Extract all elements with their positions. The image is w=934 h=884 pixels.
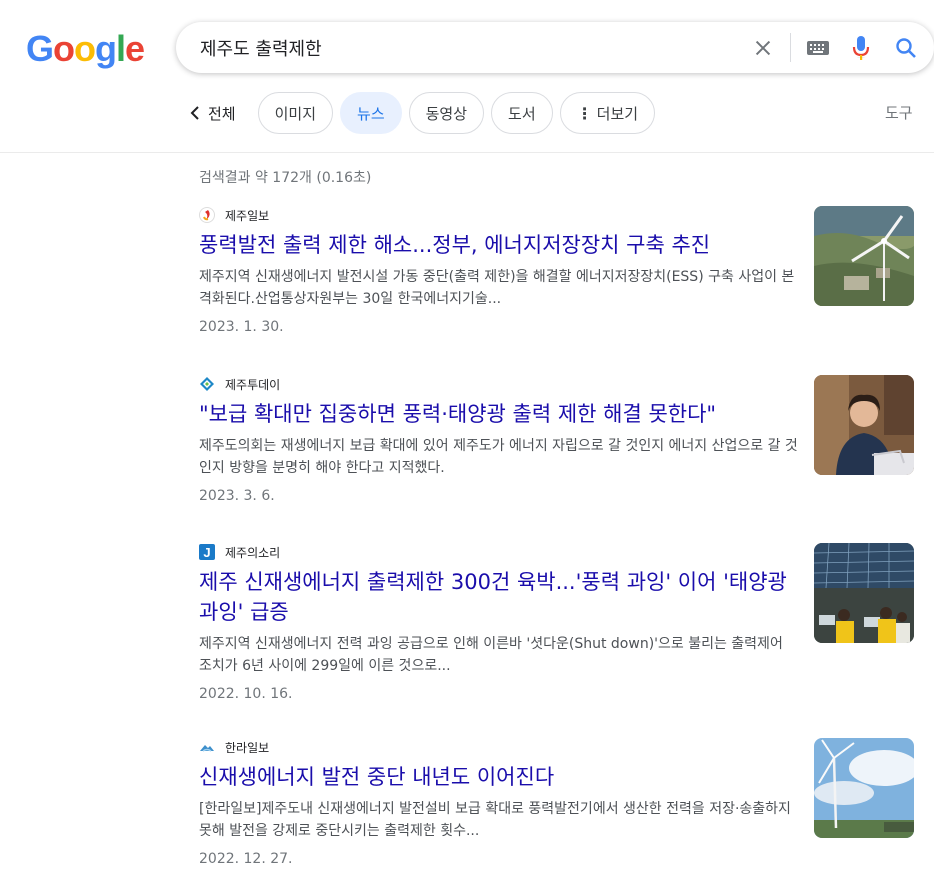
tools-button[interactable]: 도구 [885, 102, 913, 123]
result-source[interactable]: 제주투데이 [199, 375, 915, 393]
google-logo[interactable]: Google [26, 28, 145, 70]
result-stats: 검색결과 약 172개 (0.16초) [199, 170, 372, 186]
result-date: 2022. 12. 27. [199, 851, 293, 867]
result-thumbnail[interactable] [814, 738, 914, 838]
search-input[interactable]: 제주도 출력제한 [200, 35, 322, 61]
jejusori-favicon-icon: J [199, 544, 215, 560]
result-source[interactable]: J 제주의소리 [199, 543, 915, 561]
news-result: 한라일보 신재생에너지 발전 중단 내년도 이어진다 [한라일보]제주도내 신재… [199, 738, 915, 867]
logo-letter: e [125, 28, 145, 69]
search-icon[interactable] [894, 36, 918, 60]
tab-all[interactable]: 전체 [190, 92, 236, 134]
tab-label: 이미지 [274, 104, 317, 123]
mic-icon[interactable] [850, 34, 872, 62]
result-title[interactable]: 신재생에너지 발전 중단 내년도 이어진다 [199, 762, 799, 792]
logo-letter: G [26, 28, 54, 69]
news-result: 제주투데이 "보급 확대만 집중하면 풍력·태양광 출력 제한 해결 못한다" … [199, 375, 915, 504]
chevron-left-icon [190, 106, 199, 120]
result-snippet: [한라일보]제주도내 신재생에너지 발전설비 보급 확대로 풍력발전기에서 생산… [199, 801, 791, 839]
tab-label: 뉴스 [357, 104, 385, 123]
result-thumbnail[interactable] [814, 206, 914, 306]
result-date: 2023. 1. 30. [199, 319, 284, 335]
tab-images[interactable]: 이미지 [257, 92, 334, 134]
tab-label: 도서 [508, 104, 536, 123]
result-source[interactable]: 제주일보 [199, 206, 915, 224]
solar-control-room-image [814, 543, 914, 643]
result-title[interactable]: 풍력발전 출력 제한 해소...정부, 에너지저장장치 구축 추진 [199, 230, 799, 260]
more-vert-icon: ⋮ [576, 103, 593, 123]
news-result: J 제주의소리 제주 신재생에너지 출력제한 300건 육박...'풍력 과잉'… [199, 543, 915, 702]
tab-books[interactable]: 도서 [491, 92, 553, 134]
logo-letter: o [74, 28, 96, 69]
tab-all-label: 전체 [208, 104, 236, 123]
svg-text:J: J [203, 545, 210, 560]
search-box[interactable]: 제주도 출력제한 [176, 22, 934, 73]
council-member-photo-image [814, 375, 914, 475]
result-snippet: 제주도의회는 재생에너지 보급 확대에 있어 제주도가 에너지 자립으로 갈 것… [199, 438, 798, 476]
jejutoday-favicon-icon [200, 377, 214, 391]
jejuilbo-favicon-icon [199, 207, 215, 223]
tab-label: 더보기 [596, 104, 639, 123]
result-snippet: 제주지역 신재생에너지 전력 과잉 공급으로 인해 이른바 '셧다운(Shut … [199, 636, 783, 674]
tab-news[interactable]: 뉴스 [340, 92, 402, 134]
keyboard-icon[interactable] [806, 39, 830, 57]
result-date: 2022. 10. 16. [199, 686, 293, 702]
result-source[interactable]: 한라일보 [199, 738, 915, 756]
result-thumbnail[interactable] [814, 375, 914, 475]
result-title[interactable]: 제주 신재생에너지 출력제한 300건 육박...'풍력 과잉' 이어 '태양광… [199, 567, 799, 627]
hallailbo-favicon-icon [200, 745, 214, 752]
tab-videos[interactable]: 동영상 [408, 92, 485, 134]
close-icon[interactable] [752, 37, 774, 59]
news-result: 제주일보 풍력발전 출력 제한 해소...정부, 에너지저장장치 구축 추진 제… [199, 206, 915, 335]
source-name: 제주의소리 [225, 545, 281, 560]
source-name: 제주일보 [225, 208, 270, 223]
logo-letter: o [53, 28, 75, 69]
logo-letter: l [116, 28, 126, 69]
source-name: 제주투데이 [225, 377, 281, 392]
search-tabs: 전체 이미지 뉴스 동영상 도서 ⋮ 더보기 [190, 92, 662, 134]
logo-letter: g [95, 28, 117, 69]
header: Google 제주도 출력제한 전체 이미지 뉴스 동영상 도서 ⋮ 더보기 도구 [0, 0, 934, 153]
result-snippet: 제주지역 신재생에너지 발전시설 가동 중단(출력 제한)을 해결할 에너지저장… [199, 269, 795, 307]
wind-turbine-aerial-image [814, 206, 914, 306]
tab-more[interactable]: ⋮ 더보기 [559, 92, 656, 134]
search-divider [790, 33, 791, 62]
source-name: 한라일보 [225, 740, 270, 755]
result-date: 2023. 3. 6. [199, 488, 275, 504]
wind-turbine-sky-image [814, 738, 914, 838]
tab-label: 동영상 [425, 104, 468, 123]
result-title[interactable]: "보급 확대만 집중하면 풍력·태양광 출력 제한 해결 못한다" [199, 399, 799, 429]
result-thumbnail[interactable] [814, 543, 914, 643]
